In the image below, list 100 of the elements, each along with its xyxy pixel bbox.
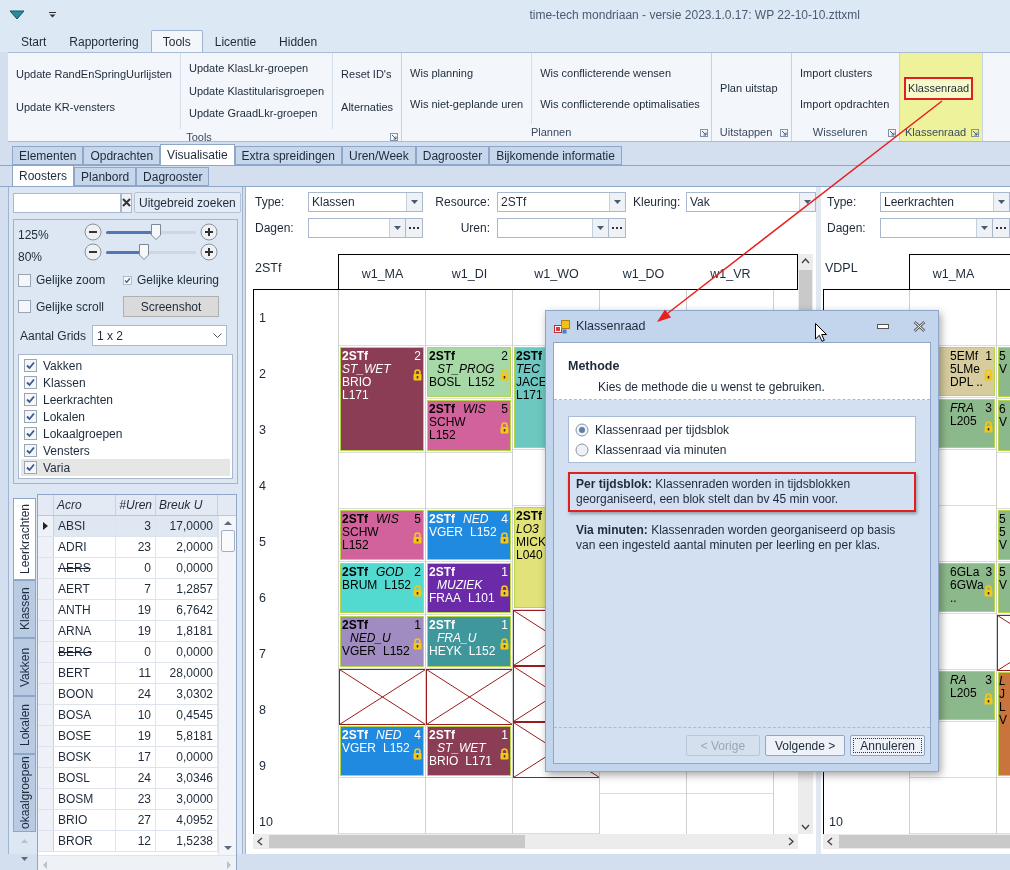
- column-header[interactable]: Breuk U: [156, 495, 218, 515]
- side-tab[interactable]: Klassen: [13, 580, 36, 638]
- side-tab[interactable]: Vakken: [13, 638, 36, 696]
- ribbon-tab[interactable]: Start: [10, 32, 58, 52]
- tab[interactable]: Visualisatie: [160, 144, 235, 165]
- tab[interactable]: Uren/Week: [341, 146, 416, 165]
- side-tab[interactable]: okaalgroepen: [13, 754, 36, 832]
- ribbon-tab[interactable]: Rapportering: [58, 32, 150, 52]
- clear-button[interactable]: [121, 192, 132, 213]
- ribbon-button[interactable]: Reset ID's: [337, 62, 396, 86]
- checkbox[interactable]: [24, 427, 37, 440]
- more-button[interactable]: [609, 218, 626, 238]
- column-header[interactable]: Acro: [54, 495, 116, 515]
- row-selector[interactable]: [38, 516, 54, 536]
- dialog-launcher-icon[interactable]: [971, 128, 980, 137]
- checkbox[interactable]: [24, 359, 37, 372]
- lesson-card[interactable]: 2STf ST_WET BRIO L171 2: [340, 347, 424, 451]
- tab[interactable]: Elementen: [12, 146, 84, 165]
- ribbon-button[interactable]: Import clusters: [796, 61, 877, 84]
- checkbox[interactable]: [18, 273, 31, 287]
- ribbon-button[interactable]: Update Klastitularisgroepen: [184, 79, 329, 102]
- checkbox[interactable]: [18, 300, 31, 313]
- tab[interactable]: Planbord: [74, 167, 137, 186]
- minus-icon[interactable]: [84, 223, 102, 241]
- quick-access-icon[interactable]: [49, 12, 56, 18]
- dropdown[interactable]: Vak: [686, 192, 816, 212]
- tab[interactable]: Opdrachten: [83, 146, 161, 165]
- slider-thumb[interactable]: [138, 244, 149, 260]
- advanced-search-button[interactable]: Uitgebreid zoeken: [134, 192, 241, 213]
- dialog-launcher-icon[interactable]: [888, 128, 897, 137]
- dropdown[interactable]: 1 x 2: [92, 325, 228, 346]
- ribbon-button[interactable]: Wis conflicterende wensen: [536, 61, 676, 84]
- side-tab[interactable]: Leerkrachten: [13, 498, 36, 580]
- ribbon-button[interactable]: Alternaties: [337, 96, 398, 119]
- ribbon-button[interactable]: Plan uitstap: [716, 77, 782, 100]
- minus-icon[interactable]: [84, 243, 102, 261]
- tab[interactable]: Bijkomende informatie: [489, 146, 622, 165]
- ribbon-button[interactable]: Update KlasLkr-groepen: [184, 57, 313, 80]
- scrollbar-thumb[interactable]: [220, 530, 235, 552]
- dropdown[interactable]: Leerkrachten: [880, 192, 1010, 212]
- horizontal-scrollbar[interactable]: [253, 834, 798, 849]
- checkbox[interactable]: [24, 393, 37, 406]
- zoom-slider[interactable]: [106, 224, 196, 240]
- more-button[interactable]: [406, 218, 423, 238]
- scrollbar-thumb[interactable]: [269, 835, 525, 848]
- dialog-launcher-icon[interactable]: [390, 132, 399, 141]
- lesson-card[interactable]: 5 V: [998, 563, 1010, 614]
- ribbon-button[interactable]: Wis planning: [406, 61, 478, 84]
- search-field[interactable]: [13, 192, 121, 213]
- ribbon-button[interactable]: Import opdrachten: [796, 93, 894, 116]
- tab[interactable]: Dagrooster: [136, 167, 210, 186]
- more-button[interactable]: [993, 218, 1010, 238]
- app-logo-icon[interactable]: [9, 10, 25, 20]
- lesson-card[interactable]: 6 V: [998, 400, 1010, 451]
- radio-button[interactable]: [575, 442, 589, 457]
- minimize-icon[interactable]: [877, 323, 889, 330]
- ribbon-tab[interactable]: Hidden: [268, 32, 329, 52]
- ribbon-tab[interactable]: Tools: [150, 30, 203, 52]
- close-icon[interactable]: [913, 321, 926, 332]
- dialog-button[interactable]: Volgende >: [764, 735, 846, 756]
- ribbon-button[interactable]: Update RandEnSpringUurlijsten: [12, 62, 176, 86]
- list-item[interactable]: Varia: [21, 459, 230, 476]
- lesson-card[interactable]: 2STf MUZIEK FRAA L101 1: [427, 563, 511, 614]
- tab[interactable]: Extra spreidingen: [234, 146, 342, 165]
- checkbox[interactable]: [24, 376, 37, 389]
- lesson-card[interactable]: 2STf NED VGER L152 4: [427, 509, 511, 560]
- lesson-card[interactable]: 2STf ST_PROG BOSL L152 2: [427, 347, 511, 398]
- lesson-card[interactable]: 5 5 V: [998, 509, 1010, 561]
- column-header[interactable]: #Uren: [116, 495, 156, 515]
- lesson-card[interactable]: 2STf NED_U VGER L152 1: [340, 616, 424, 667]
- side-tab[interactable]: Lokalen: [13, 696, 36, 754]
- scrollbar-thumb[interactable]: [839, 835, 1010, 848]
- lesson-card[interactable]: 2STf NED VGER L152 4: [340, 725, 424, 776]
- checkbox[interactable]: [24, 444, 37, 457]
- checkbox[interactable]: [24, 461, 37, 474]
- ribbon-button[interactable]: Wis conflicterende optimalisaties: [536, 93, 704, 116]
- dropdown[interactable]: Klassen: [308, 192, 423, 212]
- lesson-card[interactable]: 5 V: [998, 347, 1010, 398]
- lesson-card[interactable]: 2STf WIS SCHW L152 5: [340, 509, 424, 560]
- ribbon-button[interactable]: Update KR-vensters: [12, 96, 120, 119]
- lesson-card[interactable]: L J L V: [998, 672, 1010, 776]
- plus-icon[interactable]: [200, 223, 218, 241]
- vertical-scrollbar[interactable]: [218, 516, 236, 855]
- ribbon-button[interactable]: Klassenraad: [904, 77, 974, 100]
- zoom-slider[interactable]: [106, 244, 196, 260]
- dropdown[interactable]: 2STf: [497, 192, 626, 212]
- checkbox[interactable]: [24, 410, 37, 423]
- ribbon-tab[interactable]: Licentie: [203, 32, 268, 52]
- ribbon-button[interactable]: Update GraadLkr-groepen: [184, 102, 322, 125]
- lesson-card[interactable]: 2STf ST_WET BRIO L171 1: [427, 725, 511, 776]
- dialog-launcher-icon[interactable]: [780, 128, 789, 137]
- radio-button[interactable]: [575, 422, 589, 437]
- screenshot-button[interactable]: Screenshot: [123, 296, 219, 317]
- plus-icon[interactable]: [200, 243, 218, 261]
- dialog-launcher-icon[interactable]: [700, 128, 709, 137]
- lesson-card[interactable]: 2STf GOD BRUM L152 2: [340, 562, 424, 614]
- tab[interactable]: Dagrooster: [415, 146, 490, 165]
- ribbon-button[interactable]: Wis niet-geplande uren: [406, 93, 528, 116]
- dialog-button[interactable]: Annuleren: [850, 735, 925, 756]
- slider-thumb[interactable]: [150, 224, 161, 240]
